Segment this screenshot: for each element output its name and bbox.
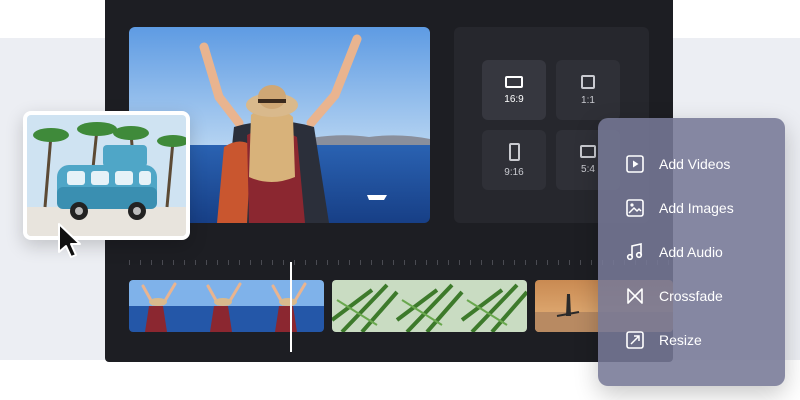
menu-item-add-images[interactable]: Add Images bbox=[625, 196, 734, 220]
menu-item-label: Resize bbox=[659, 332, 702, 348]
menu-item-add-videos[interactable]: Add Videos bbox=[625, 152, 730, 176]
ratio-label: 5:4 bbox=[581, 164, 595, 175]
menu-item-label: Add Images bbox=[659, 200, 734, 216]
video-file-icon bbox=[626, 155, 644, 173]
ratio-label: 9:16 bbox=[504, 166, 524, 178]
timeline-clip-woman[interactable] bbox=[129, 280, 324, 332]
timeline-clip-palm-leaves[interactable] bbox=[332, 280, 527, 332]
clip-thumbnail-leaves bbox=[332, 280, 527, 332]
clip-thumbnail-woman bbox=[129, 280, 324, 332]
video-editor-window: 16:9 1:1 9:16 5:4 bbox=[105, 0, 673, 362]
crossfade-icon bbox=[627, 288, 643, 304]
ratio-button-9-16[interactable]: 9:16 bbox=[482, 130, 546, 190]
menu-item-resize[interactable]: Resize bbox=[625, 328, 702, 352]
thumbnail-image-camper-van bbox=[27, 115, 186, 236]
mouse-pointer-icon bbox=[58, 223, 81, 258]
ratio-label: 16:9 bbox=[504, 93, 524, 105]
resize-icon bbox=[626, 331, 644, 349]
ratio-button-1-1[interactable]: 1:1 bbox=[556, 60, 620, 120]
music-note-icon bbox=[626, 243, 643, 261]
image-file-icon bbox=[626, 199, 644, 217]
timeline-ruler[interactable] bbox=[129, 258, 673, 268]
menu-item-label: Add Videos bbox=[659, 156, 731, 172]
menu-item-add-audio[interactable]: Add Audio bbox=[625, 240, 723, 264]
menu-item-crossfade[interactable]: Crossfade bbox=[625, 284, 723, 308]
add-media-menu: Add Videos Add Images Add Audio Crossfad… bbox=[598, 118, 785, 386]
timeline-playhead[interactable] bbox=[290, 262, 292, 352]
menu-item-label: Crossfade bbox=[659, 288, 723, 304]
ratio-5-4-icon bbox=[580, 145, 596, 158]
ratio-button-16-9[interactable]: 16:9 bbox=[482, 60, 546, 120]
ratio-9-16-icon bbox=[508, 142, 520, 161]
ratio-16-9-icon bbox=[505, 75, 523, 88]
ratio-label: 1:1 bbox=[581, 94, 595, 106]
dragged-media-thumbnail[interactable] bbox=[23, 111, 190, 240]
menu-item-label: Add Audio bbox=[659, 244, 723, 260]
ratio-1-1-icon bbox=[581, 74, 595, 89]
